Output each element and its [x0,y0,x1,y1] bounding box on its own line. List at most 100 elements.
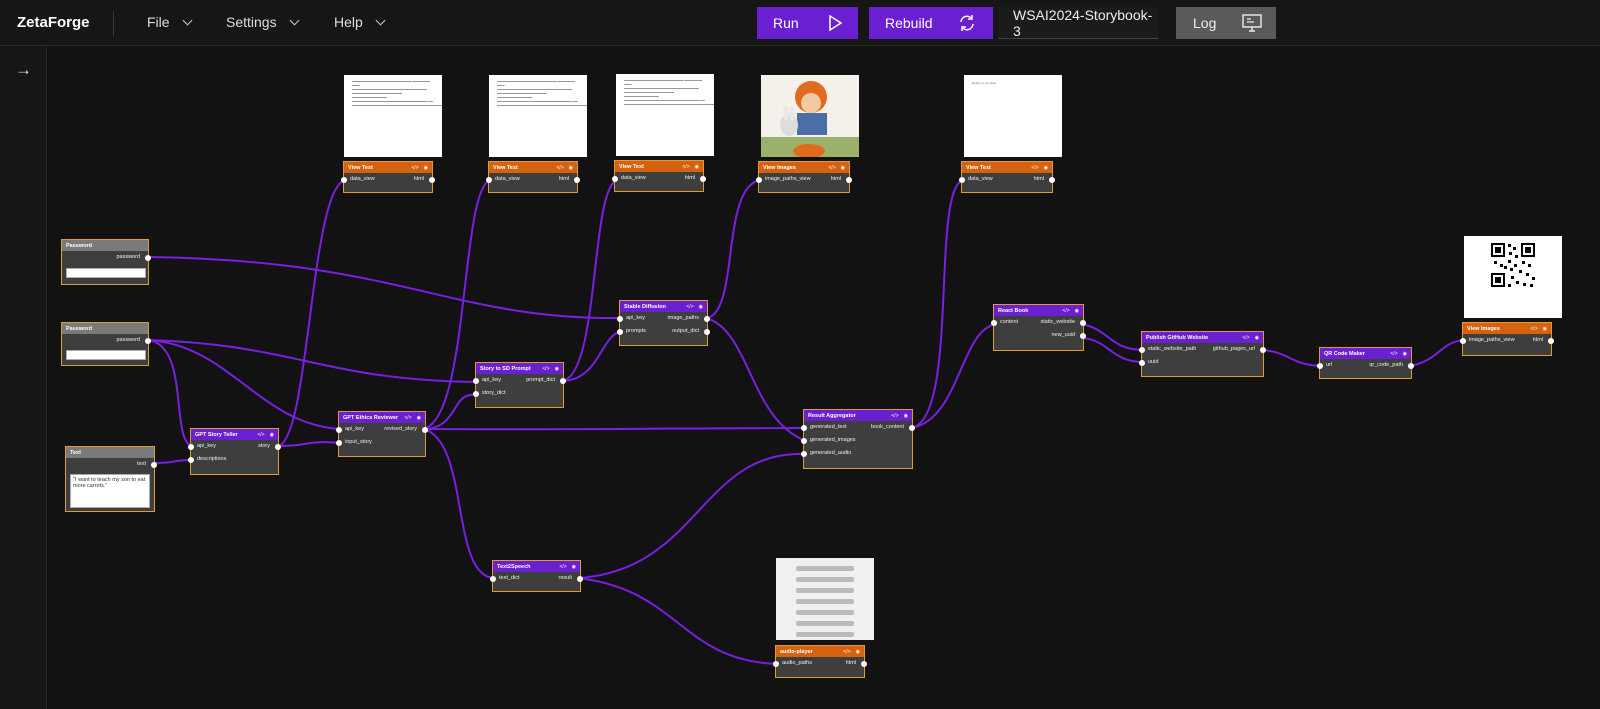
stable-diffusion-block[interactable]: Stable Diffusion </> ◉ api_key image_paths … [617,300,710,346]
output-port[interactable]: password [62,334,151,347]
port-dot[interactable] [341,176,347,183]
port-dot[interactable] [1049,176,1055,183]
port-dot[interactable] [275,443,281,450]
code-icon[interactable]: </> [411,165,418,171]
result-aggregator-block[interactable]: Result Aggregator </> ◉ generated_text book… [801,409,915,469]
rebuild-button[interactable]: Rebuild [869,7,993,39]
eye-icon[interactable]: ◉ [555,366,559,372]
eye-icon[interactable]: ◉ [841,165,845,171]
output-port[interactable]: password [62,251,151,264]
port-dot[interactable] [773,660,779,667]
port-dot[interactable] [151,461,157,468]
port-dot[interactable] [1317,362,1323,369]
password-block-2[interactable]: Password password [61,322,151,366]
output-port[interactable]: text [66,458,157,471]
password-block-1[interactable]: Password password [61,239,151,285]
eye-icon[interactable]: ◉ [1255,335,1259,341]
port-dot[interactable] [959,176,965,183]
port-dot[interactable] [577,575,583,582]
eye-icon[interactable]: ◉ [1543,326,1547,332]
eye-icon[interactable]: ◉ [424,165,428,171]
port-dot[interactable] [801,437,807,444]
password-input[interactable] [66,268,146,278]
port-dot[interactable] [801,424,807,431]
gpt-story-teller-block[interactable]: GPT Story Teller </> ◉ api_key story descri… [188,428,281,475]
eye-icon[interactable]: ◉ [699,304,703,310]
port-dot[interactable] [1548,337,1554,344]
port-dot[interactable] [1460,337,1466,344]
code-icon[interactable]: </> [682,164,689,170]
code-icon[interactable]: </> [891,413,898,419]
port-dot[interactable] [909,424,915,431]
code-icon[interactable]: </> [559,564,566,570]
port-dot[interactable] [612,175,618,182]
log-button[interactable]: Log [1176,7,1276,39]
story-to-sd-prompt-block[interactable]: Story to SD Prompt </> ◉ api_key prompt_dic… [473,362,566,408]
port-dot[interactable] [861,660,867,667]
port-dot[interactable] [473,390,479,397]
code-icon[interactable]: </> [1390,351,1397,357]
publish-github-website-block[interactable]: Publish GitHub Website </> ◉ static_websit… [1139,331,1266,377]
eye-icon[interactable]: ◉ [417,415,421,421]
port-dot[interactable] [1139,359,1145,366]
gpt-ethics-reviewer-block[interactable]: GPT Ethics Reviewer </> ◉ api_key revised_s… [336,411,428,457]
port-dot[interactable] [188,443,194,450]
port-dot[interactable] [574,176,580,183]
port-dot[interactable] [486,176,492,183]
port-dot[interactable] [700,175,706,182]
eye-icon[interactable]: ◉ [1403,351,1407,357]
eye-icon[interactable]: ◉ [904,413,908,419]
view-text-block-3[interactable]: View Text </> ◉ data_view html [612,160,706,192]
view-images-block[interactable]: View Images </> ◉ image_paths_view html [756,161,852,193]
qr-code-maker-block[interactable]: QR Code Maker </> ◉ url qr_code_path [1317,347,1414,379]
eye-icon[interactable]: ◉ [569,165,573,171]
port-dot[interactable] [846,176,852,183]
port-dot[interactable] [1139,346,1145,353]
eye-icon[interactable]: ◉ [1075,308,1079,314]
text2speech-block[interactable]: Text2Speech </> ◉ text_dict result [490,560,583,592]
port-dot[interactable] [1080,332,1086,339]
port-dot[interactable] [188,456,194,463]
run-button[interactable]: Run [757,7,858,39]
text-input[interactable]: "I want to teach my son to eat more carr… [70,474,150,508]
port-dot[interactable] [756,176,762,183]
eye-icon[interactable]: ◉ [1044,165,1048,171]
port-dot[interactable] [704,315,710,322]
port-dot[interactable] [617,315,623,322]
code-icon[interactable]: </> [828,165,835,171]
code-icon[interactable]: </> [843,649,850,655]
port-dot[interactable] [336,439,342,446]
code-icon[interactable]: </> [556,165,563,171]
port-dot[interactable] [1080,319,1086,326]
eye-icon[interactable]: ◉ [572,564,576,570]
eye-icon[interactable]: ◉ [856,649,860,655]
code-icon[interactable]: </> [404,415,411,421]
code-icon[interactable]: </> [257,432,264,438]
eye-icon[interactable]: ◉ [270,432,274,438]
view-text-block-4[interactable]: View Text </> ◉ data_view html [959,161,1055,193]
text-block[interactable]: Text text "I want to teach my son to eat… [65,446,157,512]
port-dot[interactable] [617,328,623,335]
view-images-block-2[interactable]: View Images </> ◉ image_paths_view html [1460,322,1554,356]
expand-sidebar-arrow-icon[interactable]: → [15,60,32,80]
code-icon[interactable]: </> [1530,326,1537,332]
view-text-block-2[interactable]: View Text </> ◉ data_view html [486,161,580,193]
code-icon[interactable]: </> [1062,308,1069,314]
view-text-block-1[interactable]: View Text </> ◉ data_view html [341,161,435,193]
port-dot[interactable] [490,575,496,582]
menu-settings[interactable]: Settings [226,14,300,30]
code-icon[interactable]: </> [1031,165,1038,171]
code-icon[interactable]: </> [1242,335,1249,341]
port-dot[interactable] [336,426,342,433]
port-dot[interactable] [429,176,435,183]
port-dot[interactable] [473,377,479,384]
port-dot[interactable] [704,328,710,335]
code-icon[interactable]: </> [686,304,693,310]
port-dot[interactable] [560,377,566,384]
menu-help[interactable]: Help [334,14,386,30]
port-dot[interactable] [422,426,428,433]
port-dot[interactable] [991,319,997,326]
react-book-block[interactable]: React Book </> ◉ content static_website new… [991,304,1086,351]
eye-icon[interactable]: ◉ [695,164,699,170]
menu-file[interactable]: File [147,14,193,30]
